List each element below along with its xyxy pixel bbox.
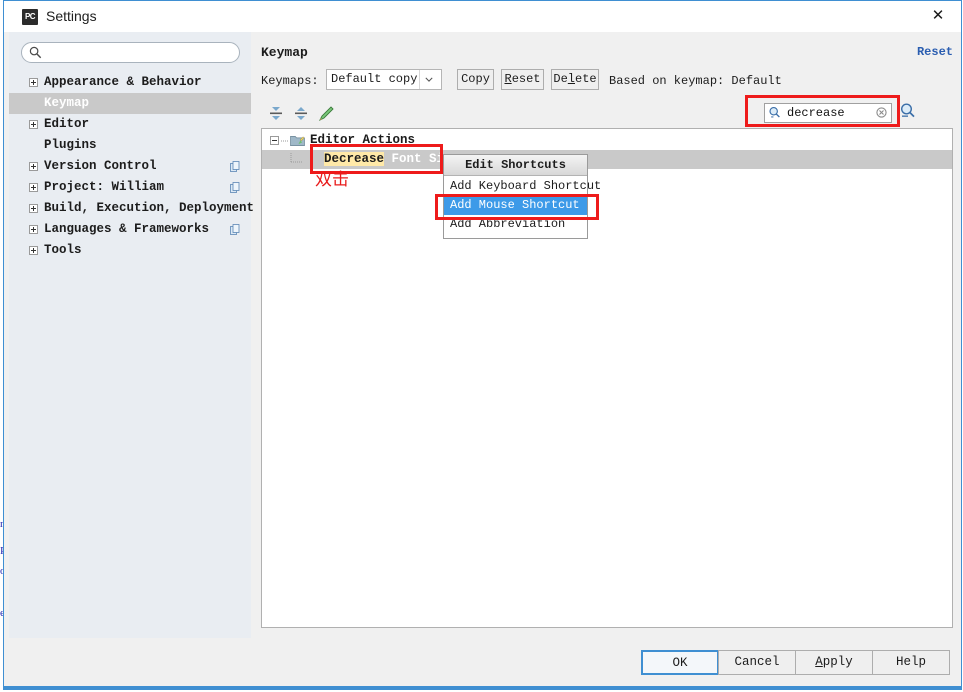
expand-toggle-icon[interactable] [29,78,38,87]
close-icon[interactable]: ✕ [915,1,961,31]
copy-settings-icon[interactable] [230,182,240,193]
sidebar-item-editor[interactable]: Editor [9,114,251,135]
sidebar-item-label: Project: William [44,180,165,194]
copy-button[interactable]: Copy [457,69,494,90]
settings-sidebar: Appearance & Behavior Keymap Editor Plugins… [9,32,255,638]
chevron-down-icon[interactable] [419,70,441,89]
sidebar-item-appearance-behavior[interactable]: Appearance & Behavior [9,72,251,93]
expand-toggle-icon[interactable] [29,162,38,171]
cancel-button[interactable]: Cancel [718,650,796,675]
tree-row-label: Editor Actions [310,133,416,147]
edit-pencil-icon[interactable] [317,105,335,123]
copy-settings-icon[interactable] [230,224,240,235]
sidebar-item-label: Build, Execution, Deployment [44,201,255,215]
keymap-tree: Editor Actions Decrease Font Size [261,128,953,628]
sidebar-item-label: Languages & Frameworks [44,222,210,236]
tree-row-label-match: Decrease [324,152,385,166]
keymap-select[interactable]: Default copy [326,69,442,90]
collapse-all-icon[interactable] [292,105,310,123]
sidebar-item-languages-frameworks[interactable]: Languages & Frameworks [9,219,251,240]
sidebar-item-plugins[interactable]: Plugins [9,135,251,156]
search-icon [29,46,42,59]
search-with-filter-icon[interactable] [899,102,917,120]
expand-toggle-icon[interactable] [29,246,38,255]
sidebar-item-version-control[interactable]: Version Control [9,156,251,177]
context-menu-item-add-abbreviation[interactable]: Add Abbreviation [444,215,587,234]
context-menu-item-add-mouse-shortcut[interactable]: Add Mouse Shortcut [444,196,587,215]
copy-settings-icon[interactable] [230,161,240,172]
folder-icon [290,135,305,146]
sidebar-search-box[interactable] [21,42,240,63]
tree-row[interactable]: Editor Actions [262,131,952,150]
sidebar-item-build-execution-deployment[interactable]: Build, Execution, Deployment [9,198,255,219]
based-on-keymap-label: Based on keymap: Default [609,74,782,88]
page-title: Keymap [261,45,308,60]
window-title: Settings [46,8,97,24]
expand-toggle-icon[interactable] [29,183,38,192]
context-menu-item-add-keyboard-shortcut[interactable]: Add Keyboard Shortcut [444,177,601,196]
tree-row[interactable]: Decrease Font Size [262,150,952,169]
keymap-filter-field[interactable]: decrease [764,103,892,123]
dialog-footer: OK Cancel Apply Help [4,638,961,689]
keymap-panel: Keymap Reset Keymaps: Default copy Copy R… [254,32,961,638]
expand-all-icon[interactable] [267,105,285,123]
pycharm-icon: PC [22,9,38,25]
keymaps-label: Keymaps: [261,74,319,88]
sidebar-item-project-william[interactable]: Project: William [9,177,251,198]
keymap-select-value: Default copy [331,72,418,86]
sidebar-item-label: Tools [44,243,82,257]
help-button[interactable]: Help [872,650,950,675]
expand-toggle-icon[interactable] [29,204,38,213]
window-bottom-accent [4,686,961,689]
settings-dialog: PC Settings ✕ Appearance & Behavior Keyma… [3,0,962,690]
context-menu-header: Edit Shortcuts [444,155,587,176]
apply-button[interactable]: Apply [795,650,873,675]
sidebar-item-label: Editor [44,117,90,131]
clear-icon[interactable] [876,107,887,118]
edit-shortcuts-context-menu: Edit Shortcuts Add Keyboard Shortcut Add … [443,154,601,239]
sidebar-item-tools[interactable]: Tools [9,240,251,261]
expand-toggle-icon[interactable] [29,225,38,234]
tree-line [281,140,288,142]
sidebar-item-label: Version Control [44,159,157,173]
expand-toggle-icon[interactable] [29,120,38,129]
tree-line [290,153,303,163]
search-icon [769,107,780,118]
title-bar: PC Settings ✕ [4,1,961,32]
ok-button[interactable]: OK [641,650,719,675]
sidebar-item-keymap[interactable]: Keymap [9,93,251,114]
reset-button[interactable]: Reset [501,69,544,90]
reset-link[interactable]: Reset [917,45,953,59]
keymap-filter-value: decrease [787,106,845,120]
delete-button[interactable]: Delete [551,69,599,90]
search-input[interactable] [46,45,236,62]
double-click-annotation: 双击 [315,170,349,190]
collapse-toggle-icon[interactable] [270,136,279,145]
sidebar-item-label: Keymap [44,96,90,110]
sidebar-item-label: Appearance & Behavior [44,75,202,89]
sidebar-item-label: Plugins [44,138,97,152]
